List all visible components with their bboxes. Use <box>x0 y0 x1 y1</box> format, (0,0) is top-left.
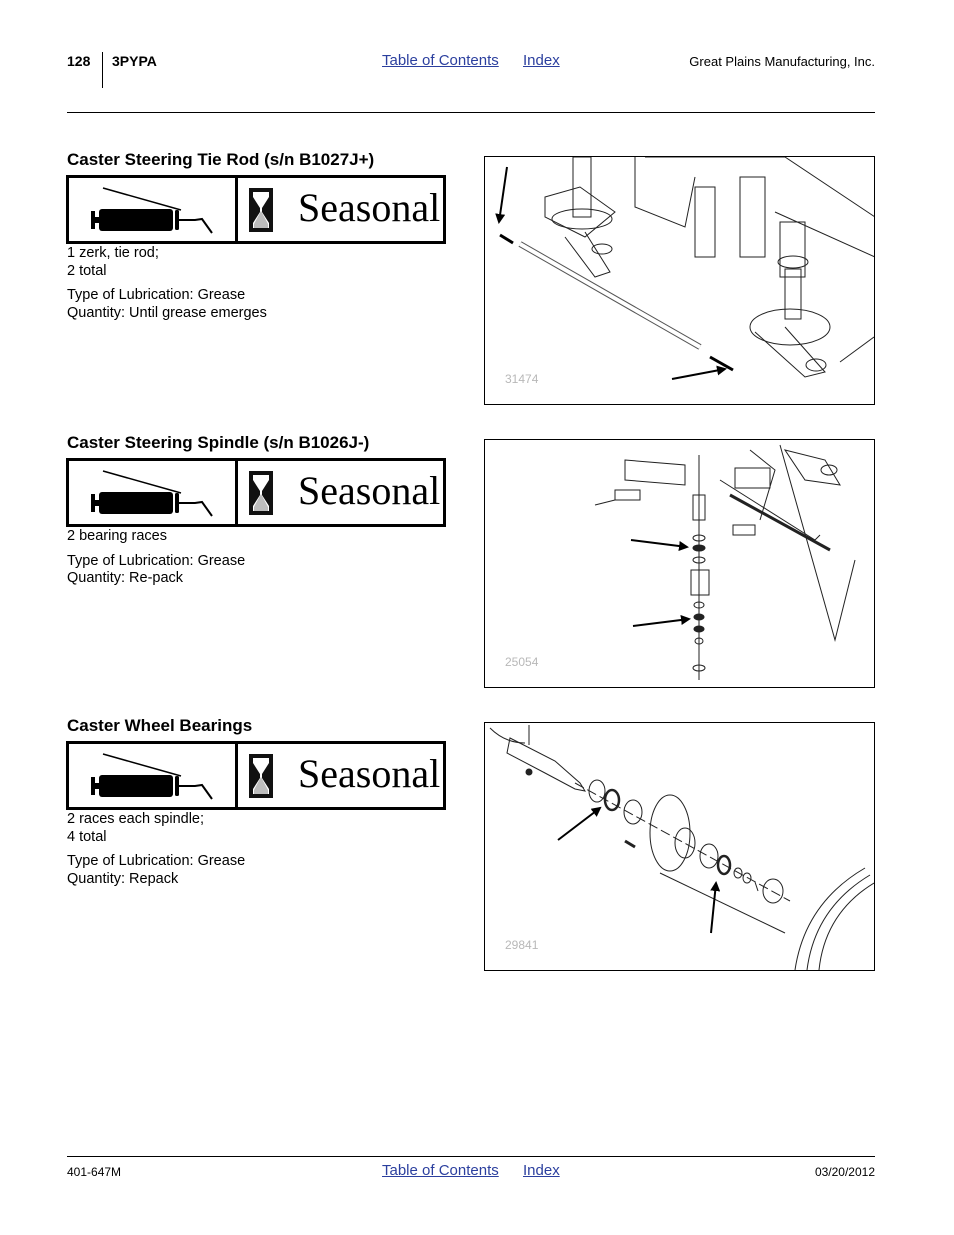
company-name: Great Plains Manufacturing, Inc. <box>689 54 875 69</box>
hourglass-icon <box>249 754 273 798</box>
lube-type: Type of Lubrication: Grease <box>67 552 246 569</box>
publication-date: 03/20/2012 <box>814 1165 875 1179</box>
points-line: 2 races each spindle; <box>67 811 205 827</box>
footer-index-link[interactable]: Index <box>523 1162 560 1179</box>
grease-gun-icon <box>69 178 238 241</box>
interval-label: Seasonal <box>298 185 441 230</box>
figure-tie-rod: 31474 <box>484 156 875 405</box>
points-line: 4 total <box>67 828 107 845</box>
points-line: 2 total <box>67 262 107 279</box>
figure-wheel-bearings: 29841 <box>484 722 875 971</box>
header-rule <box>67 112 875 113</box>
figure-number: 29841 <box>505 938 539 952</box>
lube-type: Type of Lubrication: Grease <box>67 853 246 869</box>
figure-number: 25054 <box>505 655 539 669</box>
lube-interval-box: Seasonal <box>66 741 446 810</box>
lube-quantity: Quantity: Re-pack <box>67 570 184 586</box>
grease-gun-icon <box>69 461 238 524</box>
interval-label: Seasonal <box>298 751 441 796</box>
section-title-tie-rod: Caster Steering Tie Rod (s/n B1027J+) <box>67 150 375 169</box>
lube-points: 2 races each spindle; 4 total Type of Lu… <box>67 811 245 888</box>
hourglass-icon <box>249 471 273 515</box>
lube-points: 1 zerk, tie rod; 2 total Type of Lubrica… <box>67 245 267 322</box>
page-number: 128 <box>67 53 91 69</box>
spindle-illustration <box>594 444 856 680</box>
lube-interval-box: Seasonal <box>66 458 446 527</box>
points-line: 1 zerk, tie rod; <box>67 245 159 261</box>
lube-points: 2 bearing races Type of Lubrication: Gre… <box>67 528 245 588</box>
header-divider <box>102 52 103 88</box>
footer-rule <box>67 1156 875 1157</box>
lube-type: Type of Lubrication: Grease <box>67 287 246 303</box>
lube-interval-box: Seasonal <box>66 175 446 244</box>
section-title-wheel-bearings: Caster Wheel Bearings <box>67 716 253 735</box>
section-title-spindle: Caster Steering Spindle (s/n B1026J-) <box>67 433 370 452</box>
figure-spindle: 25054 <box>484 439 875 688</box>
interval-label: Seasonal <box>298 468 441 513</box>
lube-quantity: Quantity: Repack <box>67 870 179 887</box>
figure-number: 31474 <box>505 372 539 386</box>
points-line: 2 bearing races <box>67 528 167 544</box>
model-name: 3PYPA <box>112 53 157 69</box>
grease-gun-icon <box>69 744 238 807</box>
hourglass-icon <box>249 188 273 232</box>
tie-rod-illustration <box>495 157 874 380</box>
header-toc-link[interactable]: Table of Contents <box>382 52 499 69</box>
wheel-bearings-illustration <box>489 725 874 970</box>
footer-toc-link[interactable]: Table of Contents <box>382 1162 499 1179</box>
document-number: 401-647M <box>67 1165 122 1179</box>
header-index-link[interactable]: Index <box>523 52 560 69</box>
lube-quantity: Quantity: Until grease emerges <box>67 304 267 321</box>
